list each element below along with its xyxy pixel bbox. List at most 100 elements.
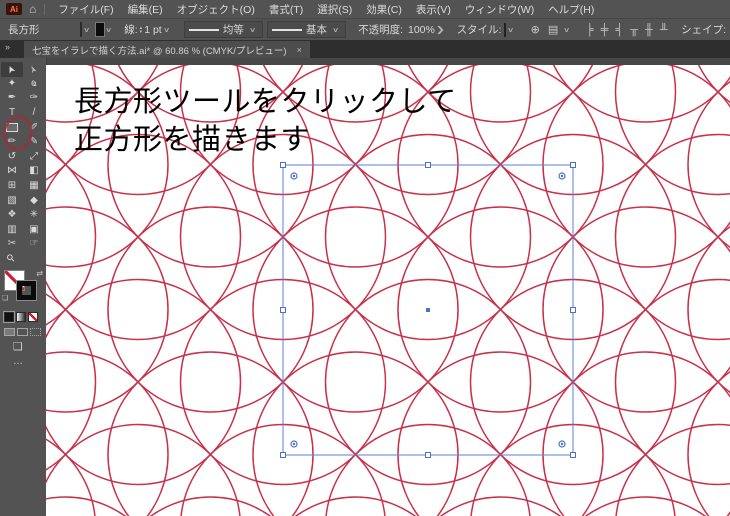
pen-tool[interactable]: ✒ <box>1 91 23 106</box>
stroke-dropdown-chevron-icon[interactable]: ∨ <box>105 26 112 34</box>
selection-bounding-box[interactable] <box>280 162 576 458</box>
selection-handle[interactable] <box>280 452 286 458</box>
selection-handle[interactable] <box>570 452 576 458</box>
opacity-value[interactable]: 100% <box>408 24 435 36</box>
active-tool-label: 長方形 <box>8 24 40 36</box>
document-setup-chevron-icon[interactable]: ∨ <box>563 26 570 34</box>
width-tool[interactable]: ⋈ <box>1 164 23 179</box>
pattern-circle <box>687 225 730 394</box>
brush-dropdown[interactable]: 基本 ∨ <box>266 21 347 38</box>
opacity-more-icon[interactable]: ❯ <box>436 25 445 34</box>
pattern-circle <box>687 80 730 249</box>
menu-item-0[interactable]: ファイル(F) <box>51 2 120 17</box>
menu-item-2[interactable]: オブジェクト(O) <box>170 2 262 17</box>
menu-item-8[interactable]: ヘルプ(H) <box>541 2 601 17</box>
align-vertical-bottom-icon[interactable]: ╨ <box>656 24 671 36</box>
shape-label: シェイプ: <box>681 24 727 36</box>
tutorial-text[interactable]: 長方形ツールをクリックして 正方形を描きます <box>74 83 457 159</box>
stroke-color-swatch[interactable] <box>95 22 106 37</box>
menu-item-3[interactable]: 書式(T) <box>262 2 310 17</box>
align-horizontal-right-icon[interactable]: ╡ <box>612 24 627 36</box>
menu-item-5[interactable]: 効果(C) <box>359 2 409 17</box>
graph-tool[interactable]: ▥ <box>1 223 23 238</box>
draw-behind-icon[interactable] <box>17 328 28 337</box>
selection-handle[interactable] <box>280 307 286 313</box>
width-profile-dropdown[interactable]: 均等 ∨ <box>183 21 263 38</box>
selection-tool[interactable]: ➤ <box>1 62 23 77</box>
default-fill-stroke-icon[interactable]: ❏ <box>2 294 8 302</box>
paintbrush-tool[interactable]: ✐ <box>23 120 45 135</box>
fill-none-swatch[interactable] <box>80 22 82 37</box>
align-vertical-top-icon[interactable]: ╥ <box>627 24 642 36</box>
symbol-sprayer-tool[interactable]: ✳ <box>23 208 45 223</box>
artboard-canvas[interactable]: 長方形ツールをクリックして 正方形を描きます <box>46 65 730 516</box>
tab-close-icon[interactable]: × <box>297 45 302 55</box>
line-segment-tool[interactable]: / <box>23 106 45 121</box>
rotate-tool[interactable]: ↺ <box>1 150 23 165</box>
none-mode-swatch[interactable] <box>28 312 38 323</box>
brush-chevron-icon: ∨ <box>331 26 340 34</box>
slice-tool[interactable]: ✂ <box>1 237 23 252</box>
screen-mode-icon[interactable]: ❏ <box>13 340 23 353</box>
direct-selection-tool[interactable]: ➢ <box>23 62 45 77</box>
type-tool[interactable]: T <box>1 106 23 121</box>
selection-icon: ➤ <box>4 63 19 76</box>
magic-wand-tool[interactable]: ✦ <box>1 77 23 92</box>
gradient-tool[interactable]: ▧ <box>1 193 23 208</box>
mesh-icon: ▦ <box>29 180 39 192</box>
selection-handle[interactable] <box>425 162 431 168</box>
document-setup-globe-icon[interactable]: ⊕ <box>527 23 544 36</box>
document-setup-icon[interactable]: ▤ <box>544 23 562 36</box>
menu-item-7[interactable]: ウィンドウ(W) <box>458 2 541 17</box>
color-mode-swatch[interactable] <box>3 311 15 324</box>
rectangle-tool[interactable] <box>1 120 23 135</box>
artboard-icon: ▣ <box>29 223 39 235</box>
menu-item-6[interactable]: 表示(V) <box>409 2 458 17</box>
menu-item-4[interactable]: 選択(S) <box>310 2 359 17</box>
stroke-weight-value[interactable]: 1 pt <box>144 24 162 36</box>
document-tab[interactable]: 七宝をイラレで描く方法.ai* @ 60.86 % (CMYK/プレビュー) × <box>24 41 310 58</box>
home-icon[interactable]: ⌂ <box>29 2 36 16</box>
style-label: スタイル: <box>456 24 502 36</box>
zoom-tool[interactable]: ⚲ <box>1 252 23 267</box>
free-transform-tool[interactable]: ⤢ <box>23 150 45 165</box>
lasso-tool[interactable]: ҩ <box>23 77 45 92</box>
selection-handle[interactable] <box>280 162 286 168</box>
shape-builder-tool[interactable]: ◧ <box>23 164 45 179</box>
align-horizontal-center-icon[interactable]: ╪ <box>597 24 612 36</box>
pencil-tool[interactable]: ✏ <box>1 135 23 150</box>
hand-tool[interactable]: ☞ <box>23 237 45 252</box>
style-chevron-icon[interactable]: ∨ <box>507 26 514 34</box>
selection-handle[interactable] <box>570 307 576 313</box>
stroke-swatch[interactable] <box>16 280 37 302</box>
eyedropper-tool[interactable]: ◆ <box>23 193 45 208</box>
gradient-mode-swatch[interactable] <box>16 312 26 323</box>
width-profile-preview <box>188 28 219 31</box>
edit-toolbar-icon[interactable]: … <box>13 356 24 367</box>
perspective-grid-tool[interactable]: ⊞ <box>1 179 23 194</box>
curvature-tool[interactable]: ✑ <box>23 91 45 106</box>
pattern-circle <box>252 351 459 516</box>
mesh-tool[interactable]: ▦ <box>23 179 45 194</box>
tutorial-text-line1: 長方形ツールをクリックして <box>74 86 457 118</box>
pattern-circle <box>729 515 730 516</box>
selection-handle[interactable] <box>570 162 576 168</box>
blend-tool[interactable]: ❖ <box>1 208 23 223</box>
draw-inside-icon[interactable] <box>30 328 41 337</box>
stroke-weight-stepper[interactable]: ▴ ▾ <box>140 25 143 34</box>
stroke-weight-chevron-icon[interactable]: ∨ <box>163 26 170 34</box>
tab-substrip <box>46 58 730 65</box>
align-horizontal-left-icon[interactable]: ╞ <box>582 24 597 36</box>
shaper-tool[interactable]: ✎ <box>23 135 45 150</box>
selection-center-point[interactable] <box>426 308 430 312</box>
draw-normal-icon[interactable] <box>4 328 15 337</box>
menu-item-1[interactable]: 編集(E) <box>121 2 170 17</box>
toolbar-collapse-icon[interactable]: » <box>5 42 10 52</box>
swap-fill-stroke-icon[interactable]: ⇄ <box>36 269 43 278</box>
artboard-tool[interactable]: ▣ <box>23 223 45 238</box>
align-vertical-middle-icon[interactable]: ╫ <box>642 24 657 36</box>
menu-bar: Ai ⌂ ファイル(F) 編集(E) オブジェクト(O) 書式(T) 選択(S) 効果(C… <box>0 0 730 19</box>
shaper-icon: ✎ <box>29 136 39 148</box>
selection-handle[interactable] <box>425 452 431 458</box>
fill-dropdown-chevron-icon[interactable]: ∨ <box>83 26 90 34</box>
